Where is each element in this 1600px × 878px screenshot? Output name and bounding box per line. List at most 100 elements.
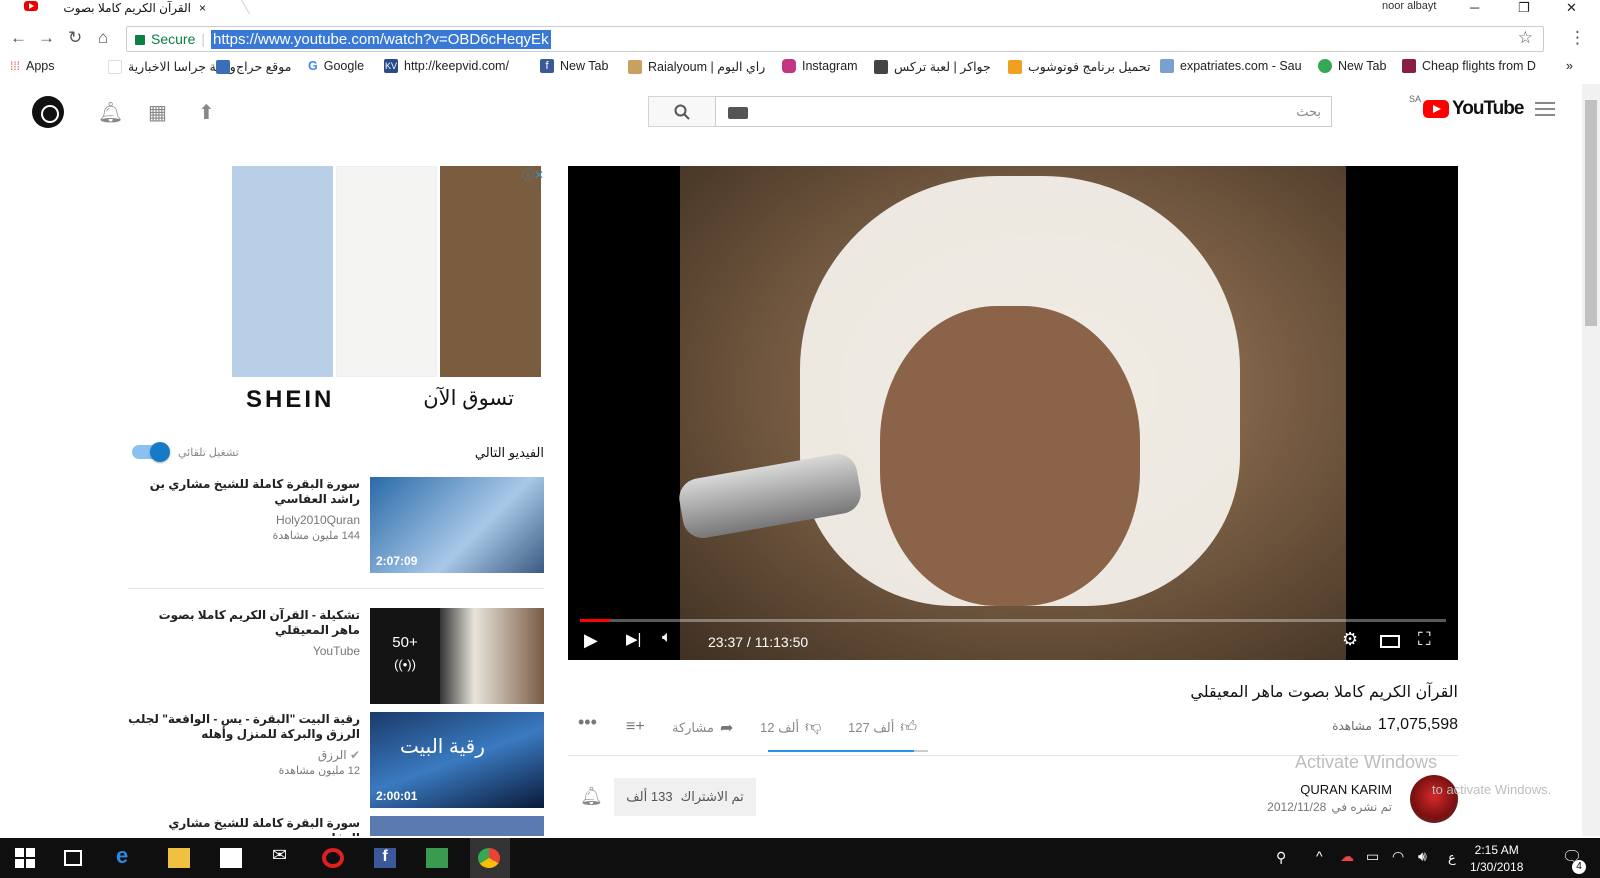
video-card-title[interactable]: سورة البقرة كاملة للشيخ مشاري بن راشد ال… xyxy=(128,477,360,507)
play-icon[interactable]: ▶ xyxy=(584,630,598,651)
url-text[interactable]: https://www.youtube.com/watch?v=OBD6cHeq… xyxy=(211,30,551,49)
video-card-channel: YouTube xyxy=(312,644,360,658)
edge-icon[interactable]: e xyxy=(116,843,138,868)
tray-app-icon[interactable]: ☁ xyxy=(1340,848,1362,868)
home-icon[interactable]: ⌂ xyxy=(98,28,108,48)
video-frame[interactable] xyxy=(676,166,1346,660)
video-player[interactable]: ▶ ▶| 🔈︎ 23:37 / 11:13:50 ⚙ ⛶ xyxy=(568,166,1458,660)
store-icon[interactable] xyxy=(220,848,242,868)
speaker-icon[interactable]: 🔊︎ xyxy=(1418,848,1440,868)
up-next-video-card[interactable]: 2:07:09 سورة البقرة كاملة للشيخ مشاري بن… xyxy=(128,477,544,575)
share-button[interactable]: مشاركة ➦ xyxy=(672,718,733,738)
display-ad[interactable]: ⓘ✕ SHEIN تسوق الآن xyxy=(232,166,544,422)
new-tab-button[interactable] xyxy=(211,0,251,14)
app-icon[interactable] xyxy=(426,848,448,868)
channel-name[interactable]: QURAN KARIM xyxy=(1300,782,1392,797)
bookmark-item[interactable]: Cheap flights from D xyxy=(1402,59,1536,73)
opera-icon[interactable] xyxy=(322,848,344,868)
account-avatar[interactable] xyxy=(32,96,64,128)
profile-name[interactable]: noor albayt xyxy=(1382,0,1436,12)
browser-menu-icon[interactable]: ⋮ xyxy=(1569,28,1586,48)
playlist-thumbnail[interactable]: 50+ ((•)) xyxy=(370,608,544,704)
minimize-icon[interactable]: ─ xyxy=(1470,0,1479,15)
bookmarks-overflow-icon[interactable]: » xyxy=(1566,59,1573,73)
like-button[interactable]: 127 ألف 👍︎ xyxy=(848,718,917,737)
bookmark-item[interactable]: f New Tab xyxy=(540,59,608,73)
bookmark-item[interactable]: Instagram xyxy=(782,59,858,73)
task-view-icon[interactable] xyxy=(64,850,82,866)
input-language[interactable]: ع xyxy=(1448,850,1470,870)
battery-icon[interactable]: ▭ xyxy=(1366,848,1388,868)
autoplay-switch[interactable] xyxy=(132,442,170,462)
up-next-video-card[interactable]: سورة البقرة كاملة للشيخ مشاري العفاسي xyxy=(128,816,544,836)
facebook-app-icon[interactable]: f xyxy=(374,848,396,868)
bookmark-star-icon[interactable]: ☆ xyxy=(1518,28,1533,48)
keyboard-icon[interactable] xyxy=(728,107,748,119)
forward-icon[interactable]: → xyxy=(38,28,55,48)
playlist-mix-card[interactable]: 50+ ((•)) تشكيلة - القرآن الكريم كاملا ب… xyxy=(128,608,544,704)
search-input[interactable]: بحث xyxy=(715,96,1332,127)
logo-text: YouTube xyxy=(1452,98,1524,119)
subscribe-button[interactable]: تم الاشتراك 133 ألف xyxy=(614,778,756,816)
bookmark-apps[interactable]: ⁞⁞⁞ Apps xyxy=(10,59,55,73)
youtube-logo[interactable]: SA YouTube xyxy=(1409,94,1524,120)
up-next-video-card[interactable]: رقية البيت 2:00:01 رقية البيت "البقرة - … xyxy=(128,712,544,808)
video-thumbnail[interactable]: 2:07:09 xyxy=(370,477,544,573)
restore-icon[interactable]: ❐ xyxy=(1518,0,1530,16)
page-scrollbar[interactable] xyxy=(1582,84,1600,836)
tab-close-icon[interactable]: × xyxy=(199,1,206,15)
ad-cta[interactable]: تسوق الآن xyxy=(423,386,514,411)
windows-start-icon[interactable] xyxy=(14,848,36,868)
show-hidden-icons-chevron[interactable]: ^ xyxy=(1316,848,1338,868)
guide-menu-icon[interactable] xyxy=(1535,102,1555,116)
channel-notification-bell-icon[interactable]: 🔔︎ xyxy=(580,786,603,807)
theater-mode-icon[interactable] xyxy=(1380,635,1400,648)
video-card-title[interactable]: سورة البقرة كاملة للشيخ مشاري العفاسي xyxy=(128,816,360,836)
bookmark-item[interactable]: expatriates.com - Sau xyxy=(1160,59,1302,73)
scrollbar-thumb[interactable] xyxy=(1585,100,1597,326)
reload-icon[interactable]: ↻ xyxy=(68,28,82,48)
jawaker-icon xyxy=(874,59,888,74)
apps-grid-icon[interactable]: ▦ xyxy=(148,100,167,125)
bookmark-item[interactable]: Raialyoum | راي اليوم xyxy=(628,59,765,74)
ad-brand: SHEIN xyxy=(246,386,335,413)
people-icon[interactable]: ⚲ xyxy=(1276,849,1298,869)
secure-indicator[interactable]: Secure | xyxy=(135,31,205,47)
bookmark-item[interactable]: G Google xyxy=(308,59,364,73)
omnibox[interactable]: Secure | https://www.youtube.com/watch?v… xyxy=(126,26,1544,52)
bookmark-item[interactable]: KV http://keepvid.com/ xyxy=(384,59,509,73)
ad-choices-icon[interactable]: ⓘ✕ xyxy=(522,166,544,183)
bookmark-item[interactable]: جواكر | لعبة تركس xyxy=(874,59,991,74)
bookmark-item[interactable]: تحميل برنامج فوتوشوب xyxy=(1008,59,1150,74)
video-thumbnail[interactable]: رقية البيت 2:00:01 xyxy=(370,712,544,808)
apps-grid-icon: ⁞⁞⁞ xyxy=(10,59,21,73)
ad-dress-image xyxy=(232,166,333,377)
video-card-title[interactable]: رقية البيت "البقرة - يس - الواقعة" لجلب … xyxy=(128,712,360,742)
chrome-taskbar-icon[interactable] xyxy=(478,848,500,868)
video-card-title[interactable]: تشكيلة - القرآن الكريم كاملا بصوت ماهر ا… xyxy=(128,608,360,638)
close-window-icon[interactable]: ✕ xyxy=(1566,0,1577,16)
notifications-bell-icon[interactable]: 🔔︎ xyxy=(98,100,123,125)
instagram-icon xyxy=(782,59,796,73)
next-video-icon[interactable]: ▶| xyxy=(626,630,641,648)
bookmark-item[interactable]: New Tab xyxy=(1318,59,1386,73)
system-clock[interactable]: 2:15 AM 1/30/2018 xyxy=(1470,842,1523,876)
more-actions-icon[interactable]: ••• xyxy=(578,712,597,733)
progress-bar[interactable] xyxy=(580,619,1446,622)
file-explorer-icon[interactable] xyxy=(168,848,190,868)
settings-gear-icon[interactable]: ⚙ xyxy=(1342,629,1358,650)
mix-broadcast-icon: ((•)) xyxy=(394,657,416,672)
back-icon[interactable]: ← xyxy=(10,28,27,48)
search-button[interactable] xyxy=(648,96,716,127)
upload-icon[interactable]: ⬆ xyxy=(198,100,215,125)
mail-icon[interactable]: ✉ xyxy=(272,845,294,865)
add-to-playlist-icon[interactable]: ≡+ xyxy=(626,718,645,736)
autoplay-toggle[interactable]: تشغيل تلقائي xyxy=(132,442,239,462)
dislike-button[interactable]: 12 ألف 👎︎ xyxy=(760,718,821,737)
bookmark-item[interactable]: موقع حراج xyxy=(216,59,291,74)
volume-icon[interactable]: 🔈︎ xyxy=(662,629,672,647)
video-thumbnail[interactable] xyxy=(370,816,544,836)
browser-tab[interactable]: القرآن الكريم كاملا بصوت × xyxy=(6,0,216,16)
fullscreen-icon[interactable]: ⛶ xyxy=(1418,629,1431,650)
wifi-icon[interactable]: ◠ xyxy=(1392,848,1414,868)
